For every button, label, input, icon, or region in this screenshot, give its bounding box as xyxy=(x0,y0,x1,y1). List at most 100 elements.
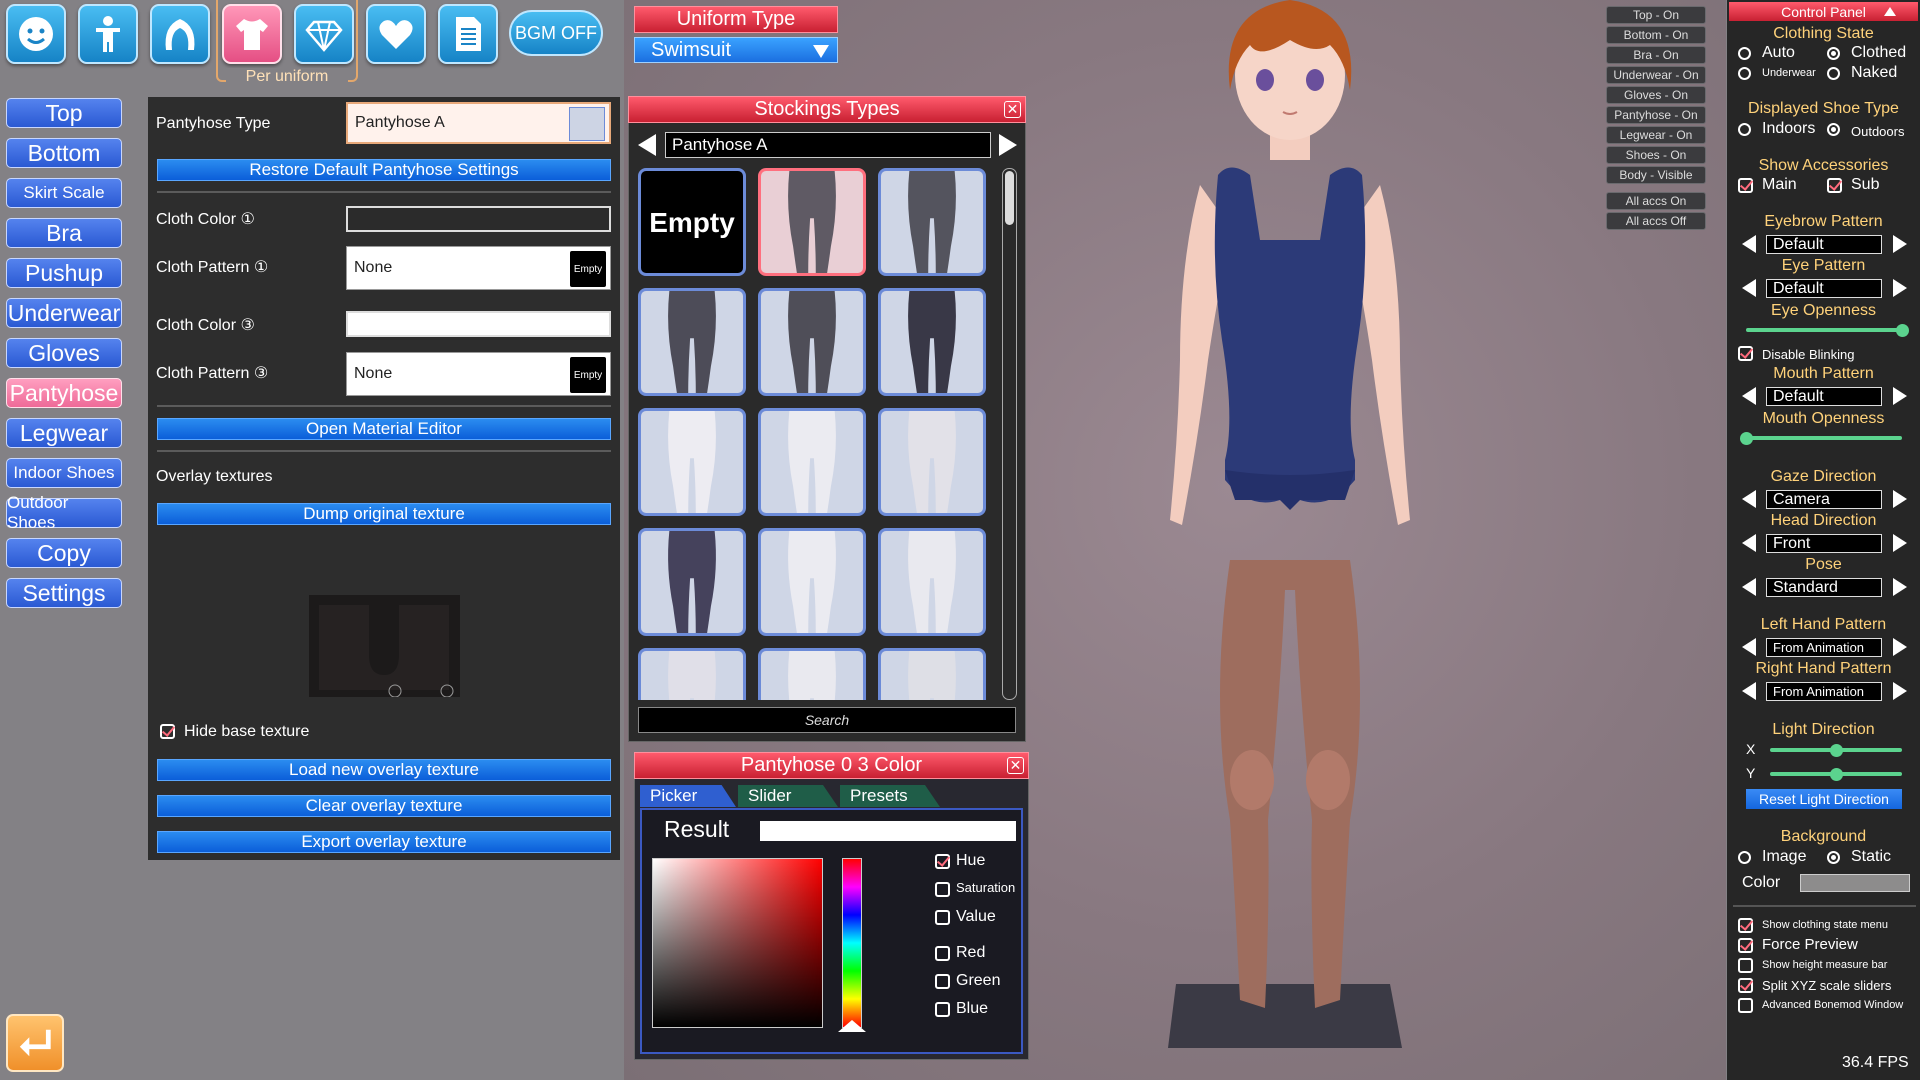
close-icon[interactable]: ✕ xyxy=(1007,757,1024,774)
right-hand-prev-arrow[interactable] xyxy=(1742,682,1756,700)
cloth-color-1-swatch[interactable] xyxy=(346,206,611,232)
category-bra-button[interactable]: Bra xyxy=(6,218,122,248)
load-overlay-button[interactable]: Load new overlay texture xyxy=(157,759,611,781)
cloth-pattern-3-field[interactable]: None Empty xyxy=(346,352,611,396)
hair-tab-icon[interactable] xyxy=(150,4,210,64)
color-tab-picker[interactable]: Picker xyxy=(640,785,736,807)
category-indoor-shoes-button[interactable]: Indoor Shoes xyxy=(6,458,122,488)
left-hand-next-arrow[interactable] xyxy=(1893,638,1907,656)
stocking-thumb[interactable] xyxy=(878,648,986,700)
background-color-swatch[interactable] xyxy=(1800,874,1910,892)
pose-next-arrow[interactable] xyxy=(1893,578,1907,596)
underwear-radio[interactable] xyxy=(1738,67,1751,80)
stocking-thumb[interactable] xyxy=(758,168,866,276)
category-copy-button[interactable]: Copy xyxy=(6,538,122,568)
show-clothing-menu-checkbox[interactable] xyxy=(1738,918,1753,933)
sub-acc-checkbox[interactable] xyxy=(1827,178,1842,193)
stocking-thumb[interactable] xyxy=(638,288,746,396)
hue-slider-handle[interactable] xyxy=(838,1020,866,1032)
cloth-pattern-1-field[interactable]: None Empty xyxy=(346,246,611,290)
stocking-thumb[interactable] xyxy=(758,528,866,636)
head-prev-arrow[interactable] xyxy=(1742,534,1756,552)
cloth-color-3-swatch[interactable] xyxy=(346,311,611,337)
hide-base-checkbox[interactable] xyxy=(160,724,175,739)
image-radio[interactable] xyxy=(1738,851,1751,864)
light-y-knob[interactable] xyxy=(1830,768,1843,781)
clothed-radio[interactable] xyxy=(1827,47,1840,60)
mouth-openness-slider[interactable] xyxy=(1746,436,1902,440)
category-pantyhose-button[interactable]: Pantyhose xyxy=(6,378,122,408)
pantyhose-type-field[interactable]: Pantyhose A xyxy=(346,102,611,144)
stocking-thumb[interactable] xyxy=(758,408,866,516)
eye-openness-slider[interactable] xyxy=(1746,328,1902,332)
stocking-thumb[interactable] xyxy=(758,288,866,396)
eyebrow-prev-arrow[interactable] xyxy=(1742,235,1756,253)
export-overlay-button[interactable]: Export overlay texture xyxy=(157,831,611,853)
stockings-search-input[interactable]: Search xyxy=(638,707,1016,733)
color-tab-presets[interactable]: Presets xyxy=(840,785,940,807)
eye-next-arrow[interactable] xyxy=(1893,279,1907,297)
state-toggle-bra-onbutton[interactable]: Bra - On xyxy=(1606,46,1706,64)
face-tab-icon[interactable] xyxy=(6,4,66,64)
mouth-prev-arrow[interactable] xyxy=(1742,387,1756,405)
stocking-thumb[interactable] xyxy=(878,288,986,396)
light-x-knob[interactable] xyxy=(1830,744,1843,757)
dump-texture-button[interactable]: Dump original texture xyxy=(157,503,611,525)
disable-blinking-checkbox[interactable] xyxy=(1738,346,1753,361)
stockings-prev-arrow[interactable] xyxy=(638,134,656,156)
mouth-next-arrow[interactable] xyxy=(1893,387,1907,405)
state-toggle-body-visiblebutton[interactable]: Body - Visible xyxy=(1606,166,1706,184)
color-mode-red-checkbox[interactable] xyxy=(935,946,950,961)
color-sv-square[interactable] xyxy=(652,858,823,1028)
state-toggle-top-onbutton[interactable]: Top - On xyxy=(1606,6,1706,24)
category-legwear-button[interactable]: Legwear xyxy=(6,418,122,448)
color-mode-value-checkbox[interactable] xyxy=(935,910,950,925)
naked-radio[interactable] xyxy=(1827,67,1840,80)
stockings-scrollbar[interactable] xyxy=(1002,168,1017,700)
mouth-openness-knob[interactable] xyxy=(1740,432,1753,445)
right-hand-next-arrow[interactable] xyxy=(1893,682,1907,700)
category-pushup-button[interactable]: Pushup xyxy=(6,258,122,288)
stocking-empty-thumb[interactable]: Empty xyxy=(638,168,746,276)
category-outdoor-shoes-button[interactable]: Outdoor Shoes xyxy=(6,493,122,532)
stocking-thumb[interactable] xyxy=(878,528,986,636)
color-mode-green-checkbox[interactable] xyxy=(935,974,950,989)
bgm-toggle-button[interactable]: BGM OFF xyxy=(509,10,603,56)
state-toggle-all-accs-offbutton[interactable]: All accs Off xyxy=(1606,212,1706,230)
clear-overlay-button[interactable]: Clear overlay texture xyxy=(157,795,611,817)
stocking-thumb[interactable] xyxy=(758,648,866,700)
save-tab-icon[interactable] xyxy=(438,4,498,64)
reset-light-button[interactable]: Reset Light Direction xyxy=(1746,789,1902,809)
indoors-radio[interactable] xyxy=(1738,123,1751,136)
control-panel-header[interactable]: Control Panel xyxy=(1729,2,1918,21)
static-radio[interactable] xyxy=(1827,851,1840,864)
restore-default-button[interactable]: Restore Default Pantyhose Settings xyxy=(157,159,611,181)
personality-tab-icon[interactable] xyxy=(366,4,426,64)
body-tab-icon[interactable] xyxy=(78,4,138,64)
stockings-next-arrow[interactable] xyxy=(999,134,1017,156)
color-mode-blue-checkbox[interactable] xyxy=(935,1002,950,1017)
category-bottom-button[interactable]: Bottom xyxy=(6,138,122,168)
eye-prev-arrow[interactable] xyxy=(1742,279,1756,297)
color-tab-slider[interactable]: Slider xyxy=(738,785,838,807)
state-toggle-legwear-onbutton[interactable]: Legwear - On xyxy=(1606,126,1706,144)
advanced-bonemod-checkbox[interactable] xyxy=(1738,998,1753,1013)
eyebrow-next-arrow[interactable] xyxy=(1893,235,1907,253)
hue-slider[interactable] xyxy=(842,858,862,1028)
color-mode-saturation-checkbox[interactable] xyxy=(935,882,950,897)
uniform-type-dropdown[interactable]: Swimsuit xyxy=(634,37,838,63)
category-skirt-scale-button[interactable]: Skirt Scale xyxy=(6,178,122,208)
stocking-thumb[interactable] xyxy=(638,648,746,700)
state-toggle-bottom-onbutton[interactable]: Bottom - On xyxy=(1606,26,1706,44)
stocking-thumb[interactable] xyxy=(638,408,746,516)
category-top-button[interactable]: Top xyxy=(6,98,122,128)
gaze-next-arrow[interactable] xyxy=(1893,490,1907,508)
main-acc-checkbox[interactable] xyxy=(1738,178,1753,193)
category-underwear-button[interactable]: Underwear xyxy=(6,298,122,328)
back-button[interactable] xyxy=(6,1014,64,1072)
stocking-thumb[interactable] xyxy=(878,168,986,276)
stocking-thumb[interactable] xyxy=(638,528,746,636)
category-settings-button[interactable]: Settings xyxy=(6,578,122,608)
open-material-editor-button[interactable]: Open Material Editor xyxy=(157,418,611,440)
gaze-prev-arrow[interactable] xyxy=(1742,490,1756,508)
